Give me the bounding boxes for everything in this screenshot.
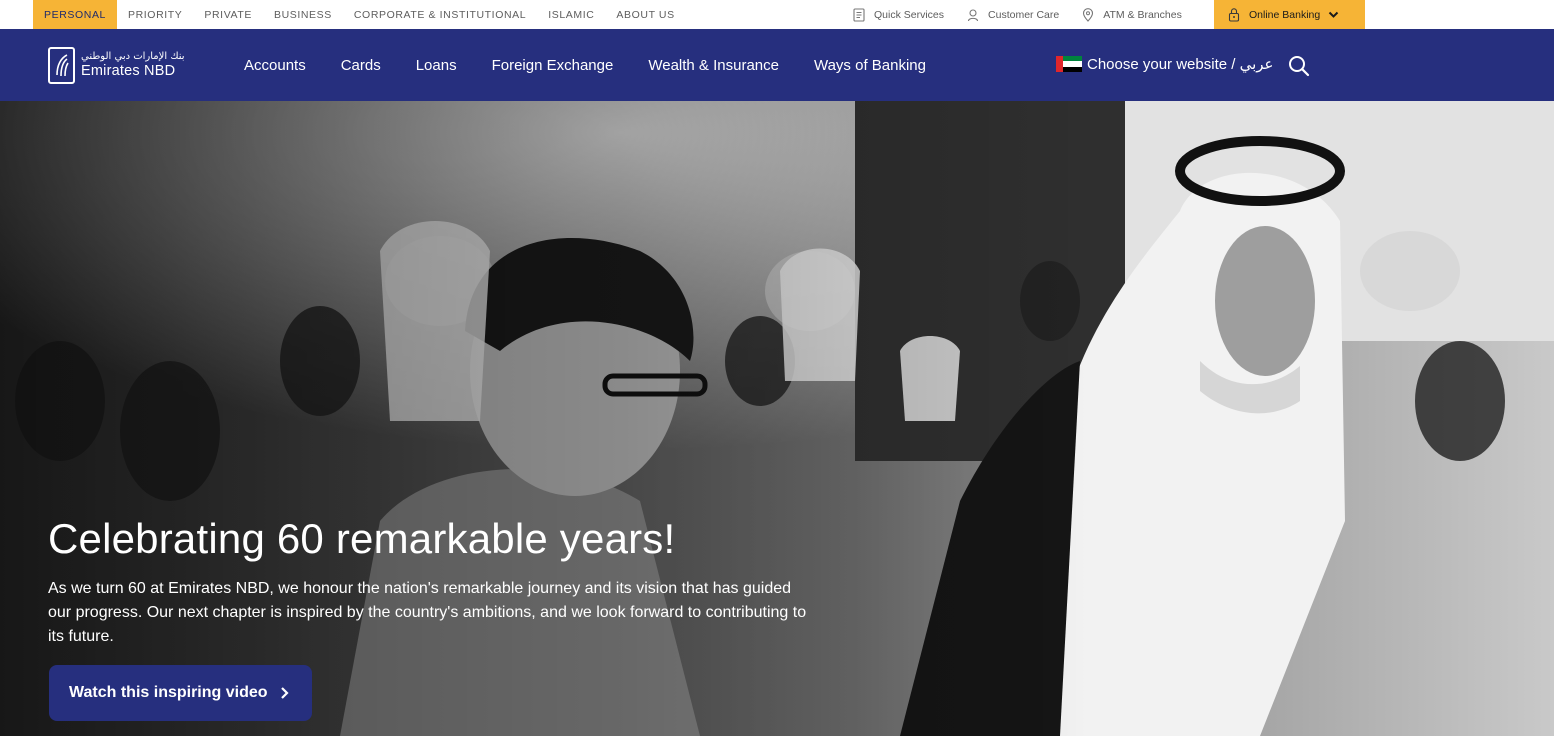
hero-title: Celebrating 60 remarkable years!: [48, 515, 676, 562]
atm-branches-label: ATM & Branches: [1103, 8, 1182, 21]
nav-item-ways-of-banking[interactable]: Ways of Banking: [814, 57, 926, 74]
lock-icon: [1228, 8, 1240, 22]
nav-item-cards[interactable]: Cards: [341, 57, 381, 74]
quick-services-label: Quick Services: [874, 8, 945, 21]
segment-tab-priority[interactable]: PRIORITY: [117, 0, 193, 29]
logo-text: بنك الإمارات دبي الوطني Emirates NBD: [81, 51, 185, 80]
segment-tabs: PERSONAL PRIORITY PRIVATE BUSINESS CORPO…: [33, 0, 686, 29]
receipt-icon: [853, 7, 865, 22]
online-banking-label: Online Banking: [1249, 8, 1321, 21]
main-navigation: بنك الإمارات دبي الوطني Emirates NBD Acc…: [0, 29, 1554, 101]
logo-mark-icon: [48, 46, 75, 84]
watch-video-label: Watch this inspiring video: [69, 684, 268, 701]
quick-services-link[interactable]: Quick Services: [852, 7, 945, 22]
uae-flag-icon: [1056, 56, 1082, 72]
utility-links: Quick Services Customer Care ATM & Branc…: [852, 0, 1204, 29]
utility-bar: PERSONAL PRIORITY PRIVATE BUSINESS CORPO…: [0, 0, 1554, 29]
nav-item-wealth-insurance[interactable]: Wealth & Insurance: [648, 57, 779, 74]
nav-item-foreign-exchange[interactable]: Foreign Exchange: [492, 57, 614, 74]
online-banking-button[interactable]: Online Banking: [1214, 0, 1365, 29]
hero-banner: Celebrating 60 remarkable years! As we t…: [0, 101, 1554, 736]
search-button[interactable]: [1287, 54, 1311, 78]
chevron-down-icon: [1329, 11, 1339, 18]
customer-care-link[interactable]: Customer Care: [966, 8, 1059, 22]
nav-menu: Accounts Cards Loans Foreign Exchange We…: [244, 29, 961, 101]
segment-tab-business[interactable]: BUSINESS: [263, 0, 343, 29]
chevron-right-icon: [280, 687, 289, 699]
nav-item-accounts[interactable]: Accounts: [244, 57, 306, 74]
segment-tab-corporate[interactable]: CORPORATE & INSTITUTIONAL: [343, 0, 537, 29]
segment-tab-about-us[interactable]: ABOUT US: [605, 0, 685, 29]
segment-tab-islamic[interactable]: ISLAMIC: [537, 0, 605, 29]
emirates-nbd-logo[interactable]: بنك الإمارات دبي الوطني Emirates NBD: [48, 45, 185, 85]
choose-website-label: Choose your website / عربي: [1087, 56, 1274, 73]
choose-website-selector[interactable]: Choose your website / عربي: [1056, 55, 1273, 73]
watch-video-button[interactable]: Watch this inspiring video: [49, 665, 312, 721]
map-pin-icon: [1083, 7, 1094, 22]
nav-item-loans[interactable]: Loans: [416, 57, 457, 74]
logo-arabic-name: بنك الإمارات دبي الوطني: [81, 50, 185, 62]
segment-tab-personal[interactable]: PERSONAL: [33, 0, 117, 29]
atm-branches-link[interactable]: ATM & Branches: [1081, 7, 1182, 22]
headset-icon: [967, 8, 979, 21]
customer-care-label: Customer Care: [988, 8, 1060, 21]
logo-name: Emirates NBD: [81, 62, 176, 79]
search-icon: [1289, 56, 1310, 77]
segment-tab-private[interactable]: PRIVATE: [193, 0, 263, 29]
hero-description: As we turn 60 at Emirates NBD, we honour…: [48, 580, 807, 645]
